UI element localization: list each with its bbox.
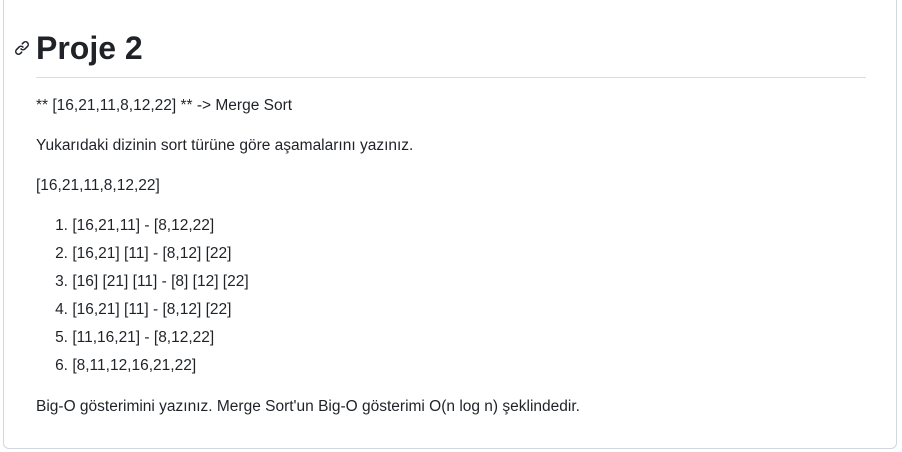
merge-steps-list: 1. [16,21,11] - [8,12,22] 2. [16,21] [11… xyxy=(36,215,249,383)
step-text: [16,21] [11] - [8,12] [22] xyxy=(72,301,232,318)
list-number: 5. xyxy=(55,329,68,346)
step-text: [16] [21] [11] - [8] [12] [22] xyxy=(72,273,249,290)
list-number: 4. xyxy=(55,301,68,318)
instruction-text: Yukarıdaki dizinin sort türüne göre aşam… xyxy=(36,137,414,154)
heading-underline xyxy=(36,77,866,78)
list-number: 6. xyxy=(55,357,68,374)
link-icon[interactable] xyxy=(14,39,32,57)
task-line: ** [16,21,11,8,12,22] ** -> Merge Sort xyxy=(36,97,293,114)
list-number: 2. xyxy=(55,245,68,262)
step-text: [16,21] [11] - [8,12] [22] xyxy=(72,245,232,262)
list-item: 4. [16,21] [11] - [8,12] [22] xyxy=(36,299,249,327)
list-item: 5. [11,16,21] - [8,12,22] xyxy=(36,327,249,355)
page-title: Proje 2 xyxy=(36,30,143,66)
list-item: 6. [8,11,12,16,21,22] xyxy=(36,355,249,383)
list-number: 3. xyxy=(55,273,68,290)
initial-array: [16,21,11,8,12,22] xyxy=(36,177,160,194)
list-item: 1. [16,21,11] - [8,12,22] xyxy=(36,215,249,243)
list-item: 2. [16,21] [11] - [8,12] [22] xyxy=(36,243,249,271)
step-text: [8,11,12,16,21,22] xyxy=(72,357,197,374)
section-heading: Proje 2 xyxy=(14,28,866,78)
list-item: 3. [16] [21] [11] - [8] [12] [22] xyxy=(36,271,249,299)
big-o-text: Big-O gösterimini yazınız. Merge Sort'un… xyxy=(36,398,580,415)
list-number: 1. xyxy=(55,217,68,234)
step-text: [11,16,21] - [8,12,22] xyxy=(72,329,215,346)
step-text: [16,21,11] - [8,12,22] xyxy=(72,217,215,234)
